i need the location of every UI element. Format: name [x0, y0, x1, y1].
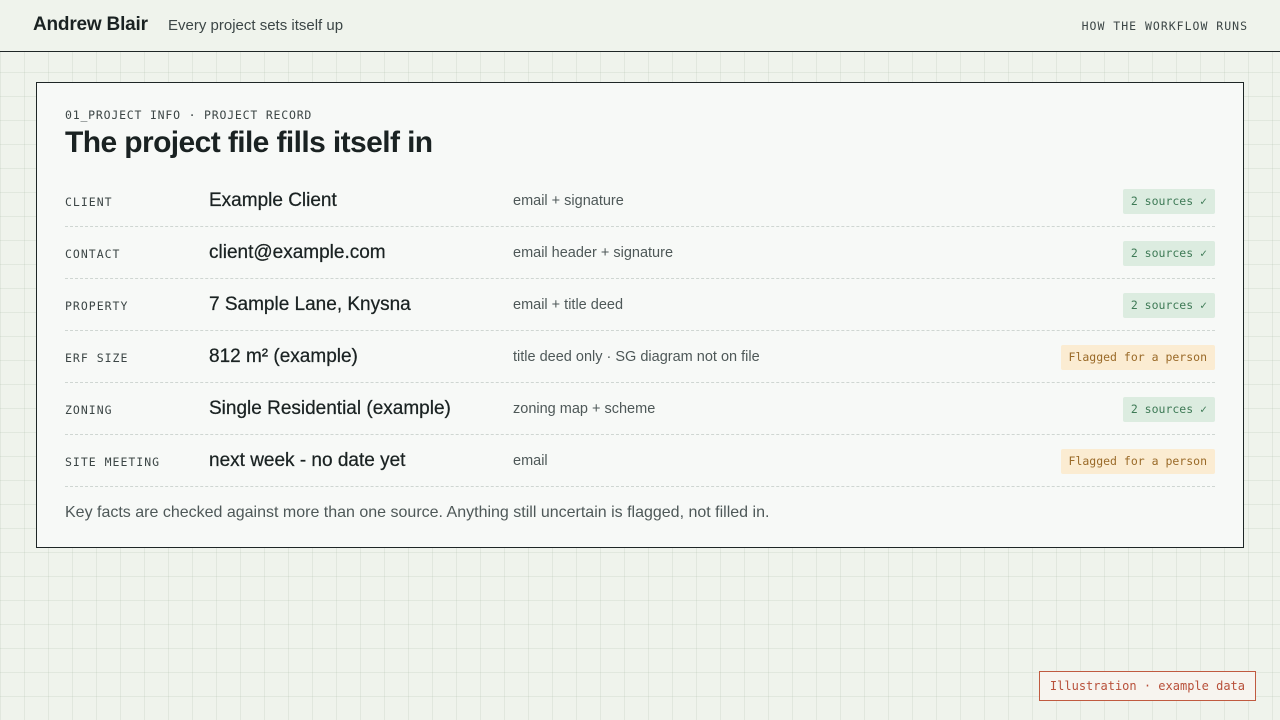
field-value: Single Residential (example): [209, 398, 451, 419]
field-source: email + signature: [513, 193, 624, 209]
field-label: ERF SIZE: [65, 351, 129, 365]
field-label: ZONING: [65, 403, 113, 417]
record-row-site-meeting: SITE MEETING next week - no date yet ema…: [65, 435, 1215, 487]
field-label: SITE MEETING: [65, 455, 161, 469]
status-badge: 2 sources ✓: [1122, 397, 1215, 422]
nav-link-workflow[interactable]: HOW THE WORKFLOW RUNS: [1082, 19, 1248, 33]
record-row-contact: CONTACT client@example.com email header …: [65, 227, 1215, 279]
field-source: email + title deed: [513, 297, 624, 313]
footnote: Key facts are checked against more than …: [65, 504, 770, 521]
field-source: title deed only · SG diagram not on file: [513, 349, 760, 365]
field-label: PROPERTY: [65, 299, 129, 313]
field-source: zoning map + scheme: [513, 401, 656, 417]
field-value: client@example.com: [209, 242, 386, 263]
brand-name[interactable]: Andrew Blair: [33, 14, 148, 36]
top-bar: Andrew Blair Every project sets itself u…: [0, 0, 1280, 52]
field-label: CLIENT: [65, 195, 113, 209]
field-value: next week - no date yet: [209, 450, 406, 471]
record-row-zoning: ZONING Single Residential (example) zoni…: [65, 383, 1215, 435]
status-badge: 2 sources ✓: [1122, 189, 1215, 214]
field-value: 7 Sample Lane, Knysna: [209, 294, 411, 315]
tagline: Every project sets itself up: [168, 17, 344, 34]
field-value: 812 m² (example): [209, 346, 358, 367]
project-record-card: 01_PROJECT INFO · PROJECT RECORD The pro…: [36, 82, 1244, 548]
section-eyebrow: 01_PROJECT INFO · PROJECT RECORD: [65, 108, 313, 122]
field-value: Example Client: [209, 190, 337, 211]
field-source: email header + signature: [513, 245, 674, 261]
record-table: CLIENT Example Client email + signature …: [65, 175, 1215, 487]
status-badge: 2 sources ✓: [1122, 293, 1215, 318]
record-row-property: PROPERTY 7 Sample Lane, Knysna email + t…: [65, 279, 1215, 331]
flag-badge: Flagged for a person: [1060, 345, 1215, 370]
card-title: The project file fills itself in: [65, 126, 433, 159]
status-badge: 2 sources ✓: [1122, 241, 1215, 266]
illustration-stamp: Illustration · example data: [1038, 671, 1256, 701]
record-row-client: CLIENT Example Client email + signature …: [65, 175, 1215, 227]
record-row-erf-size: ERF SIZE 812 m² (example) title deed onl…: [65, 331, 1215, 383]
field-source: email: [513, 453, 548, 469]
flag-badge: Flagged for a person: [1060, 449, 1215, 474]
field-label: CONTACT: [65, 247, 121, 261]
